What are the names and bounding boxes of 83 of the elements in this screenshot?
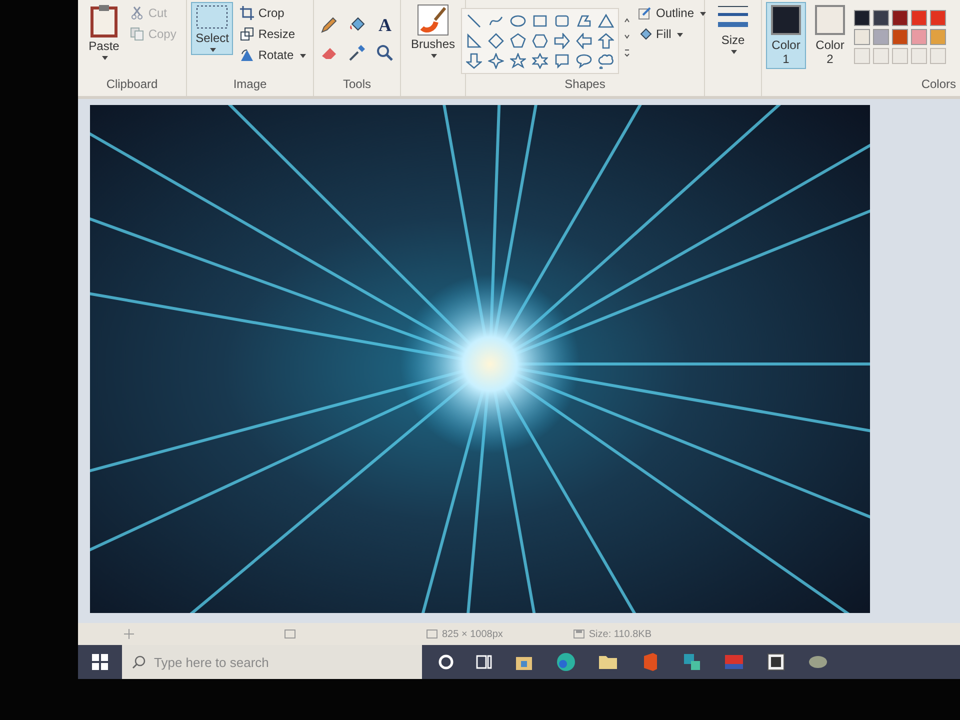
brush-icon [417, 4, 449, 36]
outline-button[interactable]: Outline [634, 4, 710, 22]
app-icon[interactable] [682, 652, 702, 672]
cloud-callout-icon[interactable] [598, 53, 614, 69]
down-arrow-icon[interactable] [466, 53, 482, 69]
brushes-button[interactable]: Brushes [406, 2, 460, 61]
caret-icon [700, 12, 706, 16]
palette-swatch[interactable] [930, 10, 946, 26]
group-label: Tools [342, 77, 371, 93]
hexagon-icon[interactable] [532, 33, 548, 49]
file-size-text: Size: 110.8KB [588, 628, 652, 640]
triangle-icon[interactable] [598, 13, 614, 29]
rectangle-icon[interactable] [532, 13, 548, 29]
empty-swatch[interactable] [854, 48, 870, 64]
oval-callout-icon[interactable] [576, 53, 592, 69]
paint-bucket-icon [638, 27, 652, 41]
caret-icon [431, 54, 437, 58]
size-button[interactable]: Size [713, 2, 753, 57]
group-label: Clipboard [106, 77, 158, 93]
palette-swatch[interactable] [854, 29, 870, 45]
right-arrow-icon[interactable] [554, 33, 570, 49]
palette-swatch[interactable] [911, 10, 927, 26]
palette-swatch[interactable] [873, 10, 889, 26]
scissors-icon [130, 6, 144, 20]
palette-swatch[interactable] [911, 29, 927, 45]
fill-button[interactable]: Fill [634, 25, 710, 43]
palette-swatch[interactable] [930, 29, 946, 45]
empty-swatch[interactable] [930, 48, 946, 64]
pentagon-icon[interactable] [510, 33, 526, 49]
select-button[interactable]: Select [191, 2, 234, 55]
right-triangle-icon[interactable] [466, 33, 482, 49]
empty-swatch[interactable] [892, 48, 908, 64]
copy-icon [130, 27, 144, 41]
left-arrow-icon[interactable] [576, 33, 592, 49]
paint-app-icon[interactable] [766, 652, 786, 672]
callout-icon[interactable] [554, 53, 570, 69]
color-selector[interactable]: Color 1 [766, 2, 806, 69]
text-button[interactable]: A [374, 14, 396, 36]
diamond-icon[interactable] [488, 33, 504, 49]
rotate-button[interactable]: Rotate [237, 46, 309, 64]
four-point-star-icon[interactable] [488, 53, 504, 69]
paste-button[interactable]: Paste [84, 2, 124, 63]
palette-swatch[interactable] [873, 29, 889, 45]
caret-icon [102, 56, 108, 60]
up-arrow-icon[interactable] [598, 33, 614, 49]
cursor-position-icon [124, 629, 134, 639]
clipboard-icon [88, 4, 119, 38]
pencil-icon [638, 6, 652, 20]
crop-button[interactable]: Crop [237, 4, 309, 22]
dimensions-text: 825 × 1008px [442, 628, 503, 640]
eyedropper-icon [348, 44, 366, 62]
magnifier-icon [376, 44, 394, 62]
windows-icon [92, 654, 108, 670]
task-view-icon[interactable] [476, 654, 492, 670]
crop-icon [240, 6, 254, 20]
six-point-star-icon[interactable] [532, 53, 548, 69]
caret-icon [677, 32, 684, 36]
group-label: Shapes [564, 77, 606, 93]
empty-swatch[interactable] [911, 48, 927, 64]
search-field[interactable]: Type here to search [122, 645, 422, 679]
group-label: Image [233, 77, 267, 93]
resize-button[interactable]: Resize [237, 25, 309, 43]
palette-swatch[interactable] [892, 10, 908, 26]
browser-icon[interactable] [556, 652, 576, 672]
caret-icon [731, 50, 737, 54]
line-icon[interactable] [466, 13, 482, 29]
caret-icon [210, 48, 216, 52]
palette-swatch[interactable] [854, 10, 870, 26]
color-selector[interactable]: Color 2 [810, 2, 850, 69]
star-icon[interactable] [510, 53, 526, 69]
group-label: Colors [921, 77, 956, 93]
rotate-icon [240, 48, 254, 62]
selection-size-icon [284, 629, 296, 639]
caret-icon [300, 54, 306, 58]
polygon-icon[interactable] [576, 13, 592, 29]
circle-icon[interactable] [438, 654, 454, 670]
palette-swatch[interactable] [892, 29, 908, 45]
search-icon [132, 655, 146, 669]
selection-icon [195, 4, 230, 30]
image-size-icon [426, 629, 438, 639]
resize-icon [240, 27, 254, 41]
pencil-icon [320, 16, 338, 34]
empty-swatch[interactable] [873, 48, 889, 64]
